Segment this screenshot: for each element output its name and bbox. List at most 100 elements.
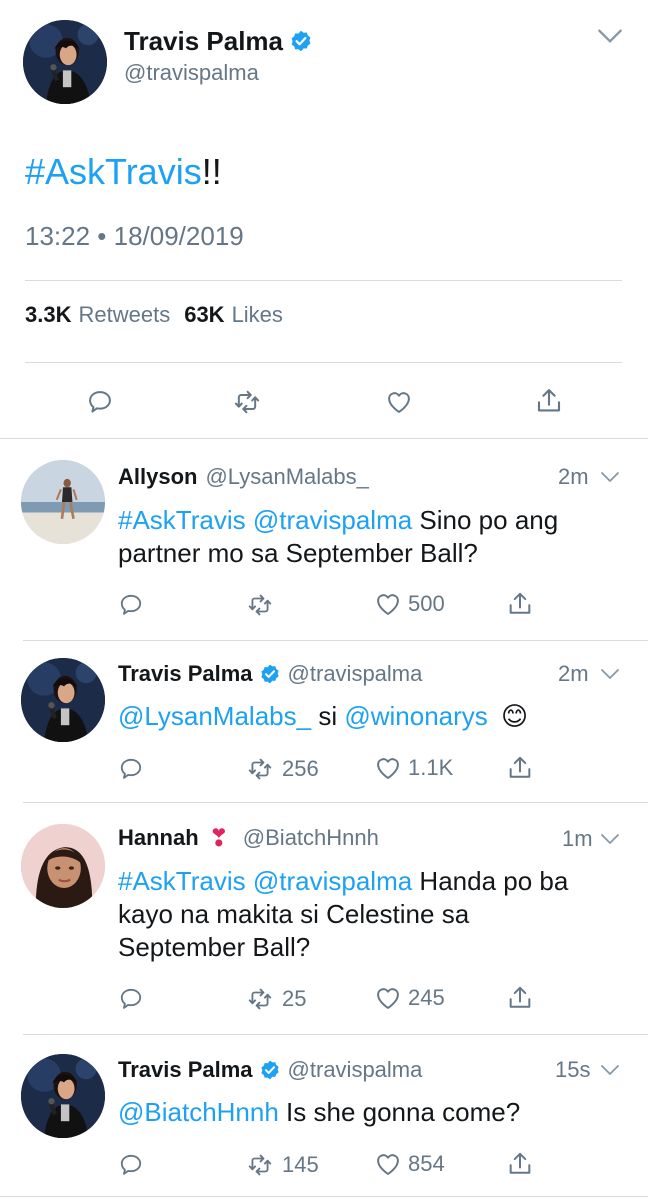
reply-time[interactable]: 1m: [562, 826, 593, 852]
share-icon: [506, 590, 534, 618]
reply-icon: [118, 986, 144, 1012]
reply-icon: [118, 592, 144, 618]
like-count: 245: [408, 985, 445, 1010]
share-icon: [534, 386, 564, 416]
reply-avatar[interactable]: [21, 1054, 105, 1138]
reply-text: #AskTravis @travispalma Sino po ang part…: [118, 504, 628, 570]
divider: [0, 1196, 648, 1197]
verified-badge-icon: [259, 663, 281, 685]
share-button[interactable]: [506, 754, 534, 782]
reply-author-handle[interactable]: @travispalma: [288, 1057, 423, 1083]
author-handle[interactable]: @travispalma: [124, 60, 259, 86]
retweet-button[interactable]: 25: [246, 986, 306, 1012]
retweet-button[interactable]: [232, 388, 262, 416]
like-icon: [374, 590, 402, 618]
retweet-button[interactable]: 145: [246, 1152, 319, 1178]
divider: [23, 802, 648, 803]
reply-avatar[interactable]: [21, 658, 105, 742]
hashtag-link[interactable]: #AskTravis: [25, 151, 202, 192]
like-button[interactable]: 854: [374, 1150, 445, 1178]
reply-text: @LysanMalabs_ si @winonarys 😊: [118, 700, 628, 733]
reply-time[interactable]: 2m: [558, 661, 589, 687]
engagement-stats: 3.3K Retweets 63K Likes: [25, 302, 283, 328]
reply-avatar[interactable]: [21, 824, 105, 908]
retweet-button[interactable]: 256: [246, 756, 319, 782]
reply-text-mid: si: [311, 701, 345, 731]
reply-header: Allyson @LysanMalabs_: [118, 462, 369, 492]
reply-button[interactable]: [86, 388, 114, 416]
share-button[interactable]: [506, 590, 534, 618]
reply-text-line: #AskTravis @travispalma Handa po ba: [118, 865, 628, 898]
chevron-down-icon[interactable]: [598, 1058, 622, 1082]
like-icon: [374, 1150, 402, 1178]
share-button[interactable]: [506, 1150, 534, 1178]
chevron-down-icon[interactable]: [598, 662, 622, 686]
share-icon: [506, 984, 534, 1012]
reply-author-name[interactable]: Allyson: [118, 464, 197, 490]
reply-avatar-image: [21, 1054, 105, 1138]
share-button[interactable]: [534, 386, 564, 416]
retweets-label: Retweets: [78, 302, 171, 327]
reply-author-handle[interactable]: @BiatchHnnh: [243, 825, 379, 851]
author-name[interactable]: Travis Palma: [124, 26, 283, 57]
retweet-icon: [246, 756, 274, 782]
mention-link[interactable]: @winonarys: [344, 701, 487, 731]
reply-button[interactable]: [118, 756, 144, 782]
tweet-timestamp[interactable]: 13:22 • 18/09/2019: [25, 221, 244, 252]
reply-time[interactable]: 2m: [558, 464, 589, 490]
reply-author-handle[interactable]: @LysanMalabs_: [205, 464, 368, 490]
heart-exclamation-emoji: ❣: [208, 824, 229, 852]
divider: [23, 640, 648, 641]
retweet-icon: [232, 388, 262, 416]
likes-label: Likes: [231, 302, 283, 327]
mention-link[interactable]: @travispalma: [253, 505, 412, 535]
mention-link[interactable]: @LysanMalabs_: [118, 701, 311, 731]
divider: [0, 438, 648, 439]
reply-icon: [118, 1152, 144, 1178]
like-button[interactable]: 245: [374, 984, 445, 1012]
reply-author-handle[interactable]: @travispalma: [288, 661, 423, 687]
smiley-emoji: 😊: [501, 701, 529, 731]
reply-avatar-image: [21, 658, 105, 742]
reply-icon: [86, 388, 114, 416]
reply-button[interactable]: [118, 986, 144, 1012]
reply-avatar[interactable]: [21, 460, 105, 544]
hashtag-link[interactable]: #AskTravis: [118, 505, 246, 535]
reply-avatar-image: [21, 460, 105, 544]
mention-link[interactable]: @BiatchHnnh: [118, 1097, 279, 1127]
reply-header: Travis Palma @travispalma: [118, 1055, 422, 1085]
verified-badge-icon: [259, 1059, 281, 1081]
reply-header: Travis Palma @travispalma: [118, 659, 422, 689]
reply-text-line: September Ball?: [118, 932, 311, 962]
like-button[interactable]: 1.1K: [374, 754, 453, 782]
retweet-icon: [246, 592, 274, 618]
chevron-down-icon[interactable]: [594, 20, 626, 52]
mention-link[interactable]: @travispalma: [253, 866, 412, 896]
author-avatar[interactable]: [23, 20, 107, 104]
reply-text-rest: Handa po ba: [412, 866, 569, 896]
reply-text: @BiatchHnnh Is she gonna come?: [118, 1096, 628, 1129]
reply-time[interactable]: 15s: [555, 1057, 590, 1083]
retweet-count: 256: [282, 756, 319, 781]
reply-author-name[interactable]: Hannah: [118, 825, 199, 851]
reply-button[interactable]: [118, 1152, 144, 1178]
share-button[interactable]: [506, 984, 534, 1012]
author-name-row[interactable]: Travis Palma: [124, 24, 313, 58]
retweet-button[interactable]: [246, 592, 280, 618]
reply-author-name[interactable]: Travis Palma: [118, 661, 253, 687]
chevron-down-icon[interactable]: [598, 827, 622, 851]
share-icon: [506, 1150, 534, 1178]
like-button[interactable]: 500: [374, 590, 445, 618]
like-button[interactable]: [385, 388, 413, 416]
tweet-text-rest: !!: [201, 151, 222, 192]
retweets-stat[interactable]: 3.3K Retweets: [25, 302, 170, 328]
like-icon: [374, 984, 402, 1012]
reply-author-name[interactable]: Travis Palma: [118, 1057, 253, 1083]
retweet-count: 25: [282, 986, 307, 1011]
hashtag-link[interactable]: #AskTravis: [118, 866, 246, 896]
likes-stat[interactable]: 63K Likes: [184, 302, 283, 328]
chevron-down-icon[interactable]: [598, 465, 622, 489]
reply-button[interactable]: [118, 592, 144, 618]
retweet-count: 145: [282, 1152, 319, 1177]
reply-text-rest: Is she gonna come?: [278, 1097, 521, 1127]
